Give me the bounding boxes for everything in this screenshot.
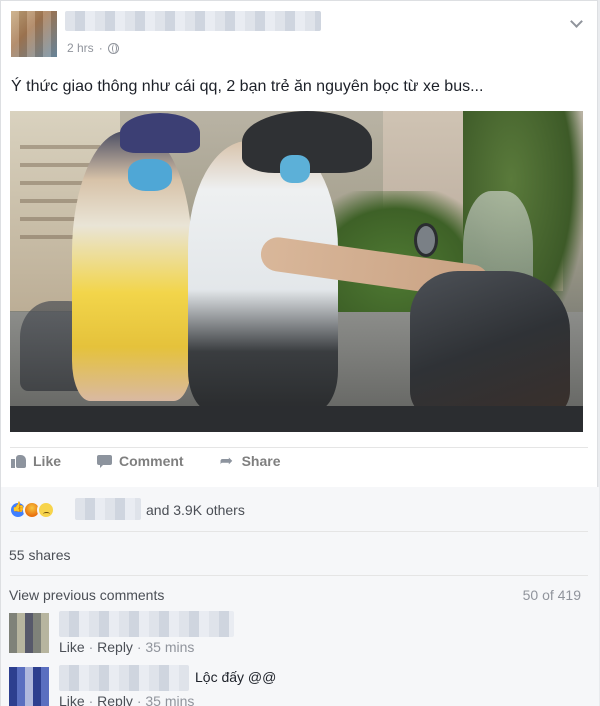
post-timestamp[interactable]: 2 hrs — [67, 41, 94, 55]
like-icon — [11, 454, 27, 468]
view-previous-comments-link[interactable]: View previous comments — [9, 587, 164, 603]
comment-icon — [97, 454, 113, 468]
post-card: 2 hrs · Ý thức giao thông như cái qq, 2 … — [0, 0, 599, 706]
like-label: Like — [33, 453, 62, 469]
divider — [10, 531, 588, 532]
share-icon — [220, 451, 236, 470]
comment-pagination-count: 50 of 419 — [522, 587, 581, 603]
post-photo[interactable] — [10, 111, 583, 432]
reactions-summary[interactable]: and 3.9K others — [146, 502, 245, 518]
comment-meta: Like · Reply · 35 mins — [59, 693, 194, 706]
reaction-sad-icon[interactable] — [37, 501, 55, 519]
comment-button[interactable]: Comment — [97, 453, 184, 469]
shares-count[interactable]: 55 shares — [9, 547, 70, 563]
photo-driver-mask — [280, 155, 310, 183]
post-meta: 2 hrs · — [67, 41, 119, 55]
separator-dot: · — [98, 41, 103, 55]
photo-passenger-mask — [128, 159, 172, 191]
photo-dashboard — [10, 406, 583, 432]
photo-passenger-helmet — [120, 113, 200, 153]
comment-like-link[interactable]: Like — [59, 693, 85, 706]
comment-reply-link[interactable]: Reply — [97, 693, 133, 706]
comment-label: Comment — [119, 453, 184, 469]
action-bar: Like Comment Share — [11, 451, 281, 470]
author-name-redacted[interactable] — [65, 11, 321, 31]
photo-scooter — [410, 271, 570, 421]
divider — [10, 575, 588, 576]
commenter-avatar[interactable] — [9, 667, 49, 706]
commenter-name-redacted[interactable] — [59, 611, 234, 637]
author-avatar[interactable] — [11, 11, 57, 57]
divider — [10, 447, 588, 448]
comment-time[interactable]: 35 mins — [145, 639, 194, 655]
share-button[interactable]: Share — [220, 451, 281, 470]
chevron-down-icon[interactable] — [570, 15, 583, 28]
commenter-name-redacted[interactable] — [59, 665, 189, 691]
post-text: Ý thức giao thông như cái qq, 2 bạn trẻ … — [11, 78, 484, 95]
share-label: Share — [241, 453, 281, 469]
commenter-avatar[interactable] — [9, 613, 49, 653]
comment-time[interactable]: 35 mins — [145, 693, 194, 706]
comment-reply-link[interactable]: Reply — [97, 639, 133, 655]
comment-meta: Like · Reply · 35 mins — [59, 639, 195, 655]
comment-text: Lộc đấy @@ — [195, 669, 277, 685]
globe-icon[interactable] — [107, 42, 119, 54]
comment-like-link[interactable]: Like — [59, 639, 85, 655]
like-button[interactable]: Like — [11, 453, 61, 469]
reactor-name-redacted[interactable] — [75, 498, 141, 520]
photo-scooter-mirror — [414, 223, 438, 257]
